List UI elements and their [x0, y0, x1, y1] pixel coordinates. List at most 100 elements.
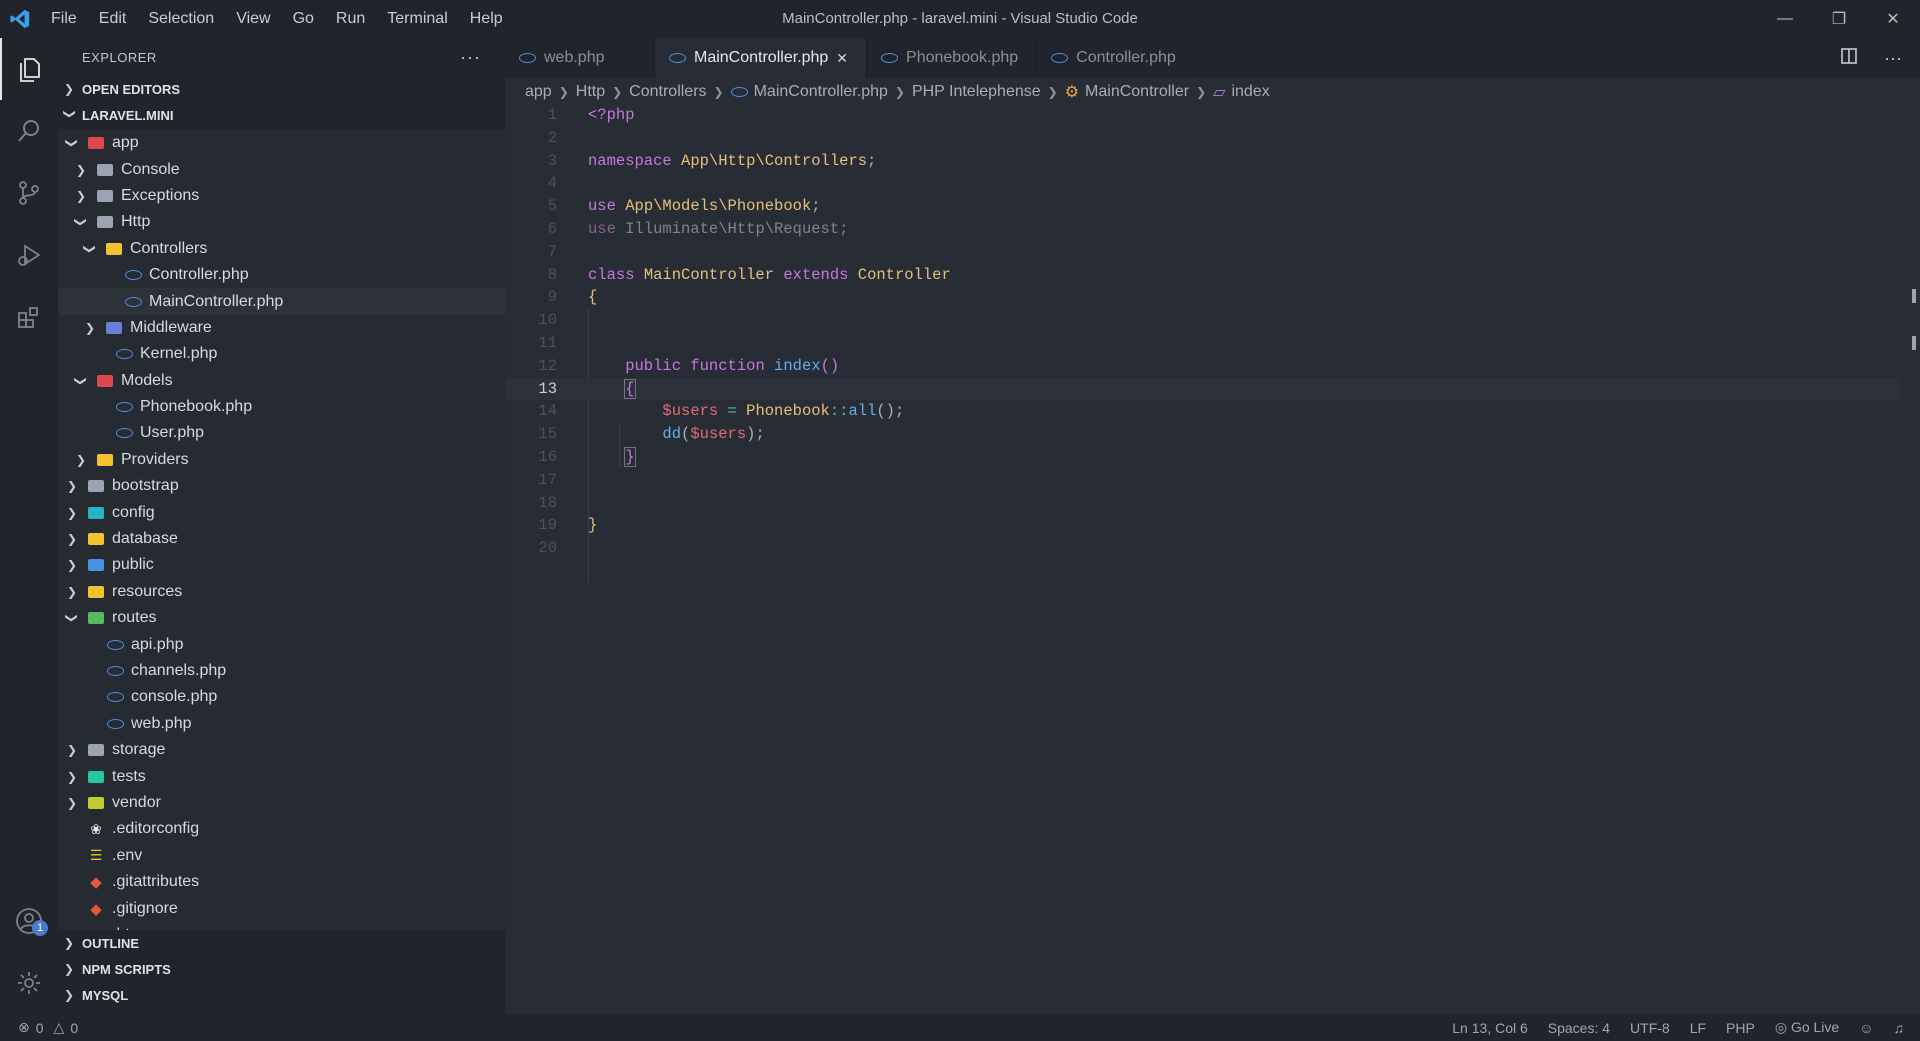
- notifications-bell-icon[interactable]: ♫: [1894, 1020, 1905, 1036]
- breadcrumb-item[interactable]: Http: [576, 83, 605, 101]
- code-line[interactable]: 15 dd($users);: [505, 423, 1900, 446]
- section-npm-scripts[interactable]: ❯ NPM SCRIPTS: [58, 956, 505, 982]
- code-line[interactable]: 8 class MainController extends Controller: [505, 264, 1900, 287]
- tree-folder[interactable]: ❯ Console: [58, 156, 505, 182]
- code-line[interactable]: 18: [505, 492, 1900, 515]
- tree-file[interactable]: ◆ .gitattributes: [58, 869, 505, 895]
- tree-folder[interactable]: ❯ public: [58, 552, 505, 578]
- tree-folder[interactable]: ❯ tests: [58, 763, 505, 789]
- code-line[interactable]: 10: [505, 309, 1900, 332]
- tree-folder[interactable]: ❯ Models: [58, 368, 505, 394]
- folder-shape: [97, 189, 113, 202]
- code-line[interactable]: 12 public function index(): [505, 355, 1900, 378]
- more-tab-actions-icon[interactable]: ···: [1884, 48, 1902, 69]
- code-line[interactable]: 19}: [505, 514, 1900, 537]
- tree-folder[interactable]: ❯ Exceptions: [58, 183, 505, 209]
- problems-indicator[interactable]: ⊗ 0 △ 0: [18, 1019, 78, 1036]
- tree-file[interactable]: ☰ .env: [58, 843, 505, 869]
- tree-folder[interactable]: ❯ app: [58, 130, 505, 156]
- code-line[interactable]: 3 namespace App\Http\Controllers;: [505, 150, 1900, 173]
- code-line[interactable]: 5 use App\Models\Phonebook;: [505, 195, 1900, 218]
- tree-folder[interactable]: ❯ Middleware: [58, 315, 505, 341]
- split-editor-icon[interactable]: [1840, 47, 1858, 70]
- tab-phonebook-php[interactable]: Phonebook.php: [867, 38, 1038, 78]
- code-line[interactable]: 13 {: [505, 377, 1900, 401]
- breadcrumb-item[interactable]: ⚙ MainController: [1065, 82, 1189, 102]
- code-line[interactable]: 17: [505, 469, 1900, 492]
- run-debug-icon[interactable]: [0, 224, 58, 286]
- code-line[interactable]: 4: [505, 172, 1900, 195]
- source-control-icon[interactable]: [0, 162, 58, 224]
- close-tab-icon[interactable]: ✕: [836, 50, 848, 67]
- tree-file[interactable]: ◆ .gitignore: [58, 895, 505, 921]
- project-section[interactable]: ❯ LARAVEL.MINI: [58, 102, 505, 128]
- tree-folder[interactable]: ❯ config: [58, 499, 505, 525]
- menu-item-go[interactable]: Go: [282, 0, 325, 38]
- tree-folder[interactable]: ❯ storage: [58, 737, 505, 763]
- tree-folder[interactable]: ❯ routes: [58, 605, 505, 631]
- tree-folder[interactable]: ❯ bootstrap: [58, 473, 505, 499]
- cursor-position[interactable]: Ln 13, Col 6: [1452, 1020, 1528, 1036]
- code-line[interactable]: 20: [505, 537, 1900, 560]
- minimize-button[interactable]: —: [1758, 0, 1812, 38]
- tree-folder[interactable]: ❯ vendor: [58, 790, 505, 816]
- language-mode[interactable]: PHP: [1726, 1020, 1755, 1036]
- tab-maincontroller-php[interactable]: MainController.php ✕: [655, 38, 868, 78]
- feedback-icon[interactable]: ☺: [1859, 1020, 1873, 1036]
- tree-file[interactable]: MainController.php: [58, 288, 505, 315]
- restore-button[interactable]: ❐: [1812, 0, 1866, 38]
- tree-file[interactable]: ■.htaccess: [58, 922, 505, 930]
- menu-item-view[interactable]: View: [225, 0, 281, 38]
- extensions-icon[interactable]: [0, 286, 58, 348]
- tree-file[interactable]: ❀ .editorconfig: [58, 816, 505, 842]
- menu-item-run[interactable]: Run: [325, 0, 376, 38]
- tree-file[interactable]: api.php: [58, 631, 505, 657]
- code-line[interactable]: 2: [505, 127, 1900, 150]
- menu-item-selection[interactable]: Selection: [137, 0, 225, 38]
- accounts-icon[interactable]: 1: [0, 890, 58, 952]
- section-outline[interactable]: ❯ OUTLINE: [58, 930, 505, 956]
- code-line[interactable]: 7: [505, 241, 1900, 264]
- menu-item-help[interactable]: Help: [459, 0, 514, 38]
- tree-folder[interactable]: ❯ Controllers: [58, 236, 505, 262]
- code-editor[interactable]: 1 <?php 2 3 namespace App\Http\Controllers; 4…: [505, 104, 1920, 1014]
- code-line[interactable]: 14 $users = Phonebook::all();: [505, 400, 1900, 423]
- search-icon[interactable]: [0, 100, 58, 162]
- tree-file[interactable]: Controller.php: [58, 262, 505, 288]
- tab-web-php[interactable]: web.php: [505, 38, 655, 78]
- tree-file[interactable]: Phonebook.php: [58, 394, 505, 420]
- code-line[interactable]: 6 use Illuminate\Http\Request;: [505, 218, 1900, 241]
- more-actions-icon[interactable]: ···: [460, 47, 481, 68]
- indentation[interactable]: Spaces: 4: [1548, 1020, 1610, 1036]
- breadcrumb-item[interactable]: ▱ index: [1213, 82, 1270, 102]
- tree-folder[interactable]: ❯ resources: [58, 579, 505, 605]
- explorer-icon[interactable]: [0, 38, 58, 100]
- tree-folder[interactable]: ❯ Providers: [58, 447, 505, 473]
- tree-file[interactable]: Kernel.php: [58, 341, 505, 367]
- tree-file[interactable]: web.php: [58, 711, 505, 737]
- encoding[interactable]: UTF-8: [1630, 1020, 1670, 1036]
- code-line[interactable]: 11: [505, 332, 1900, 355]
- line-ending[interactable]: LF: [1690, 1020, 1706, 1036]
- menu-item-file[interactable]: File: [40, 0, 88, 38]
- breadcrumb-item[interactable]: Controllers: [629, 83, 706, 101]
- section-mysql[interactable]: ❯ MYSQL: [58, 982, 505, 1008]
- code-line[interactable]: 9{: [505, 286, 1900, 309]
- go-live-button[interactable]: ◎ Go Live: [1775, 1019, 1839, 1036]
- code-line[interactable]: 16 }: [505, 446, 1900, 469]
- tree-file[interactable]: console.php: [58, 684, 505, 710]
- tree-file[interactable]: User.php: [58, 420, 505, 446]
- close-window-button[interactable]: ✕: [1866, 0, 1920, 38]
- breadcrumb-item[interactable]: app: [525, 83, 552, 101]
- breadcrumb-item[interactable]: PHP Intelephense: [912, 83, 1041, 101]
- tree-folder[interactable]: ❯ database: [58, 526, 505, 552]
- tree-file[interactable]: channels.php: [58, 658, 505, 684]
- breadcrumb-item[interactable]: MainController.php: [730, 83, 888, 101]
- tab-controller-php[interactable]: Controller.php: [1037, 38, 1195, 78]
- code-line[interactable]: 1 <?php: [505, 104, 1900, 127]
- tree-folder[interactable]: ❯ Http: [58, 209, 505, 235]
- open-editors-section[interactable]: ❯ OPEN EDITORS: [58, 76, 505, 102]
- settings-gear-icon[interactable]: [0, 952, 58, 1014]
- menu-item-edit[interactable]: Edit: [88, 0, 138, 38]
- menu-item-terminal[interactable]: Terminal: [376, 0, 458, 38]
